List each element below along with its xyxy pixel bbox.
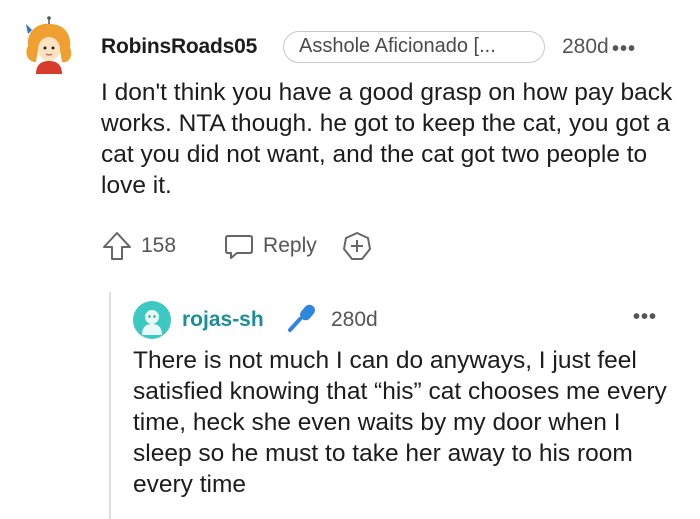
microphone-icon bbox=[285, 300, 319, 334]
reply-username[interactable]: rojas-sh bbox=[182, 308, 264, 332]
vote-count: 158 bbox=[141, 234, 177, 257]
more-options-button[interactable]: ••• bbox=[612, 38, 636, 61]
avatar[interactable] bbox=[18, 16, 80, 78]
reply-more-options-button[interactable]: ••• bbox=[633, 306, 657, 329]
comment-body: I don't think you have a good grasp on h… bbox=[101, 79, 673, 199]
comment-timestamp: 280d bbox=[562, 35, 609, 58]
add-award-icon[interactable] bbox=[341, 230, 373, 262]
reply-label: Reply bbox=[263, 234, 317, 257]
reply-button[interactable]: Reply bbox=[224, 231, 317, 261]
speech-bubble-icon bbox=[224, 231, 254, 261]
reply-body: There is not much I can do anyways, I ju… bbox=[133, 347, 667, 498]
comment-actions: 158 Reply bbox=[101, 230, 373, 262]
user-flair: Asshole Aficionado [... bbox=[283, 31, 545, 63]
upvote-arrow-icon[interactable] bbox=[101, 230, 133, 262]
reply-avatar[interactable] bbox=[133, 301, 171, 339]
reply-timestamp: 280d bbox=[331, 308, 378, 331]
comment-username[interactable]: RobinsRoads05 bbox=[101, 35, 257, 59]
thread-line[interactable] bbox=[109, 292, 111, 519]
